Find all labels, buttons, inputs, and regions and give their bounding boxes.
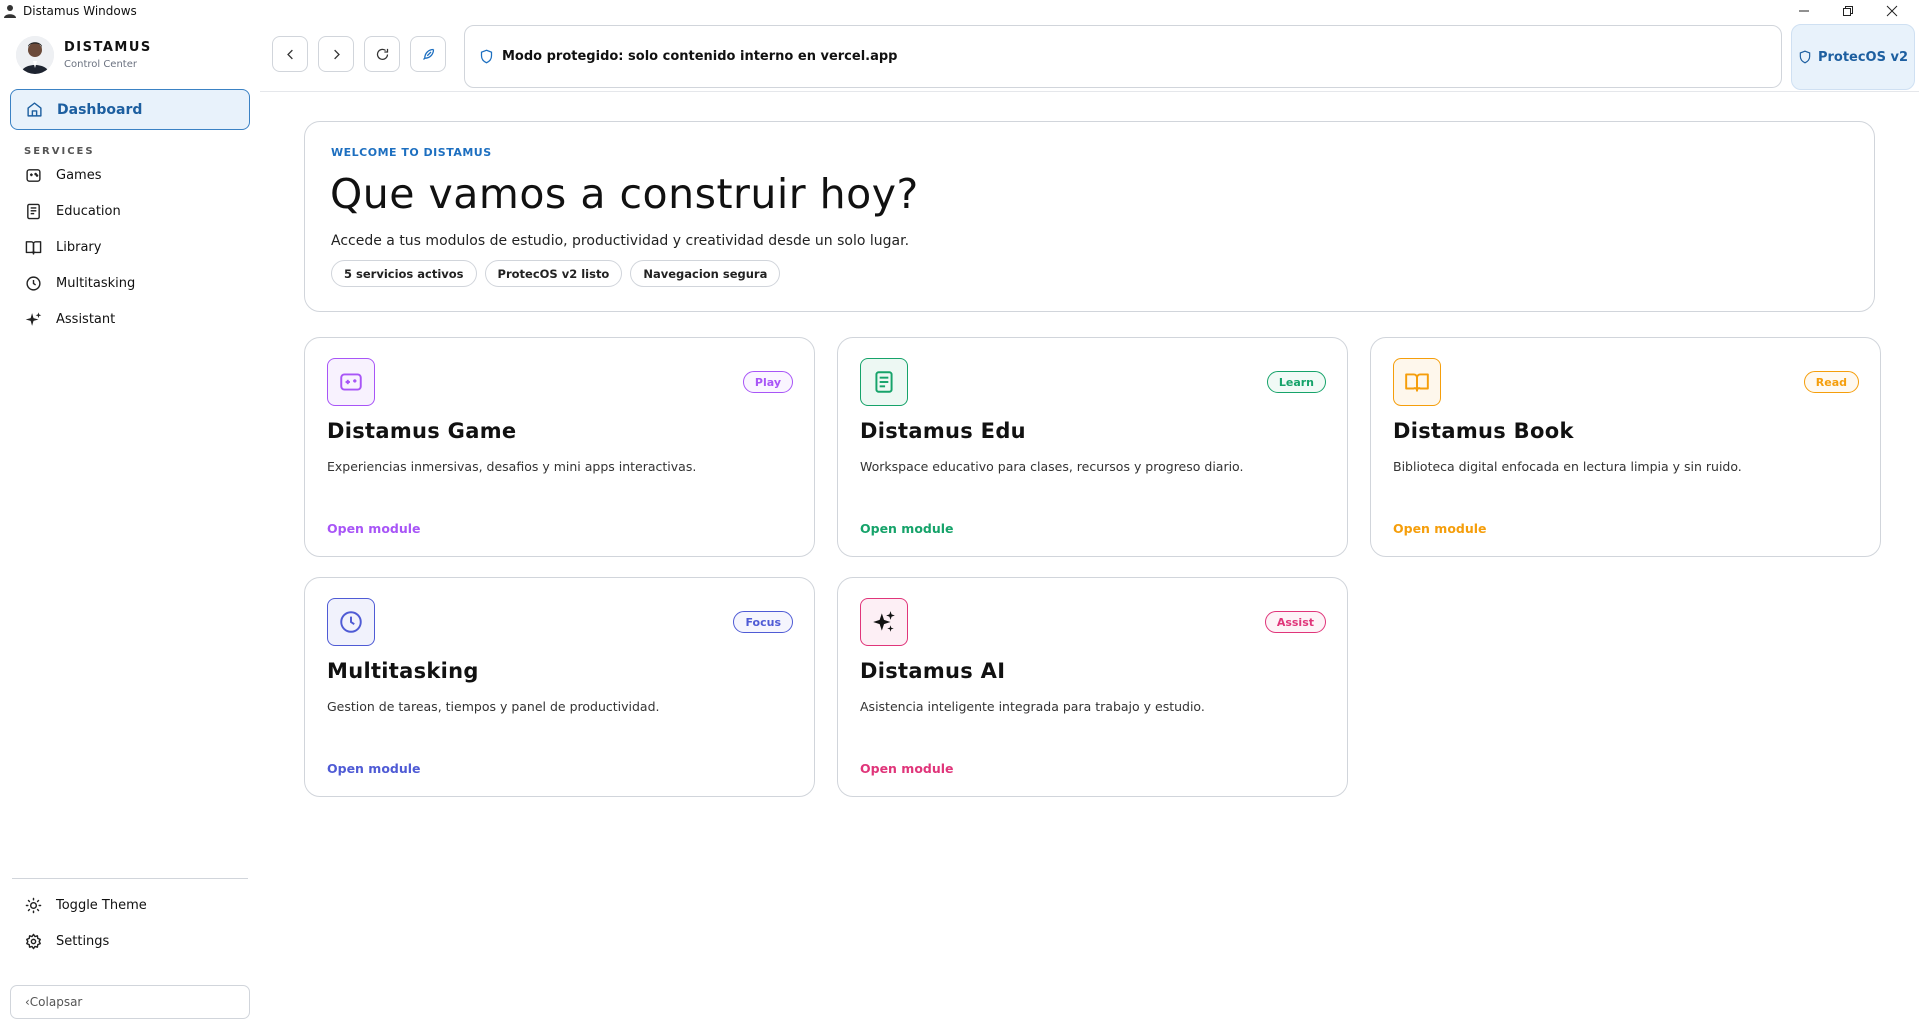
brand-subtitle: Control Center [64, 59, 137, 70]
hero-eyebrow: WELCOME TO DISTAMUS [331, 146, 492, 159]
restore-icon [1843, 6, 1853, 16]
settings-label: Settings [56, 933, 110, 949]
gear-icon [24, 932, 42, 950]
sidebar-item-games[interactable]: Games [24, 163, 244, 187]
notebook-icon [24, 202, 42, 220]
window-titlebar: Distamus Windows [0, 0, 1919, 22]
reload-button[interactable] [364, 36, 400, 72]
chevron-right-icon [333, 49, 340, 59]
card-badge: Learn [1266, 371, 1326, 393]
open-module-link[interactable]: Open module [327, 761, 421, 776]
page-title: Que vamos a construir hoy? [330, 170, 919, 218]
clock-icon [24, 274, 42, 292]
chevron-left-icon [286, 49, 293, 59]
open-module-link[interactable]: Open module [860, 521, 954, 536]
sidebar: DISTAMUS Control Center Dashboard SERVIC… [0, 22, 260, 1032]
close-icon [1886, 5, 1898, 17]
brand: DISTAMUS Control Center [16, 36, 152, 74]
shield-icon [1799, 50, 1811, 64]
card-description: Biblioteca digital enfocada en lectura l… [1393, 459, 1742, 474]
protecos-button[interactable]: ProtecOS v2 [1791, 24, 1915, 90]
open-module-link[interactable]: Open module [327, 521, 421, 536]
address-bar[interactable]: Modo protegido: solo contenido interno e… [464, 25, 1782, 88]
card-description: Experiencias inmersivas, desafios y mini… [327, 459, 697, 474]
protecos-label: ProtecOS v2 [1817, 49, 1909, 65]
sidebar-item-dashboard[interactable]: Dashboard [10, 89, 250, 130]
gamepad-icon [24, 166, 42, 184]
feather-icon [422, 48, 434, 60]
status-chip: 5 servicios activos [331, 260, 477, 287]
module-card-multitasking[interactable]: Focus Multitasking Gestion de tareas, ti… [304, 577, 815, 797]
open-module-link[interactable]: Open module [860, 761, 954, 776]
collapse-button[interactable]: ‹Colapsar [10, 985, 250, 1019]
card-badge: Assist [1264, 611, 1326, 633]
toggle-theme-label: Toggle Theme [56, 897, 147, 913]
sun-icon [24, 896, 42, 914]
minimize-button[interactable] [1782, 0, 1826, 22]
services-section-label: SERVICES [24, 146, 95, 157]
card-title: Distamus AI [860, 659, 1006, 683]
clock-icon [327, 598, 375, 646]
window-title: Distamus Windows [23, 4, 137, 18]
card-description: Workspace educativo para clases, recurso… [860, 459, 1244, 474]
module-card-edu[interactable]: Learn Distamus Edu Workspace educativo p… [837, 337, 1348, 557]
sparkles-icon [860, 598, 908, 646]
sidebar-item-multitasking[interactable]: Multitasking [24, 271, 244, 295]
module-card-game[interactable]: Play Distamus Game Experiencias inmersiv… [304, 337, 815, 557]
card-description: Asistencia inteligente integrada para tr… [860, 699, 1205, 714]
sidebar-item-library[interactable]: Library [24, 235, 244, 259]
card-title: Distamus Game [327, 419, 517, 443]
book-icon [1393, 358, 1441, 406]
shield-button[interactable] [410, 36, 446, 72]
book-icon [24, 238, 42, 256]
avatar-person-icon [16, 36, 54, 74]
browser-toolbar: Modo protegido: solo contenido interno e… [260, 22, 1919, 92]
status-chips: 5 servicios activos ProtecOS v2 listo Na… [331, 260, 781, 287]
status-chip: ProtecOS v2 listo [484, 260, 623, 287]
avatar [16, 36, 54, 74]
brand-name: DISTAMUS [64, 40, 152, 55]
refresh-icon [376, 48, 388, 60]
forward-button[interactable] [318, 36, 354, 72]
toggle-theme-button[interactable]: Toggle Theme [24, 893, 244, 917]
sidebar-item-assistant[interactable]: Assistant [24, 307, 244, 331]
card-description: Gestion de tareas, tiempos y panel de pr… [327, 699, 660, 714]
notebook-icon [860, 358, 908, 406]
address-text: Modo protegido: solo contenido interno e… [502, 49, 898, 64]
close-button[interactable] [1870, 0, 1914, 22]
card-badge: Read [1803, 371, 1859, 393]
hero-subtitle: Accede a tus modulos de estudio, product… [331, 233, 910, 249]
home-icon [25, 101, 43, 119]
open-module-link[interactable]: Open module [1393, 521, 1487, 536]
app-icon [4, 5, 16, 18]
gamepad-icon [327, 358, 375, 406]
card-badge: Focus [733, 611, 793, 633]
shield-icon [480, 49, 493, 64]
settings-button[interactable]: Settings [24, 929, 244, 953]
sidebar-item-label: Assistant [56, 311, 116, 327]
card-badge: Play [742, 371, 793, 393]
card-title: Multitasking [327, 659, 479, 683]
status-chip: Navegacion segura [630, 260, 781, 287]
card-title: Distamus Edu [860, 419, 1026, 443]
sidebar-item-label: Games [56, 167, 102, 183]
card-title: Distamus Book [1393, 419, 1574, 443]
sidebar-item-label: Multitasking [56, 275, 136, 291]
sparkles-icon [24, 310, 42, 328]
back-button[interactable] [272, 36, 308, 72]
restore-button[interactable] [1826, 0, 1870, 22]
sidebar-item-label: Dashboard [57, 101, 143, 118]
module-card-ai[interactable]: Assist Distamus AI Asistencia inteligent… [837, 577, 1348, 797]
sidebar-item-label: Library [56, 239, 102, 255]
sidebar-item-education[interactable]: Education [24, 199, 244, 223]
module-card-book[interactable]: Read Distamus Book Biblioteca digital en… [1370, 337, 1881, 557]
welcome-hero: WELCOME TO DISTAMUS Que vamos a construi… [304, 121, 1875, 312]
sidebar-item-label: Education [56, 203, 121, 219]
sidebar-divider [12, 878, 248, 879]
minimize-icon [1799, 10, 1809, 12]
